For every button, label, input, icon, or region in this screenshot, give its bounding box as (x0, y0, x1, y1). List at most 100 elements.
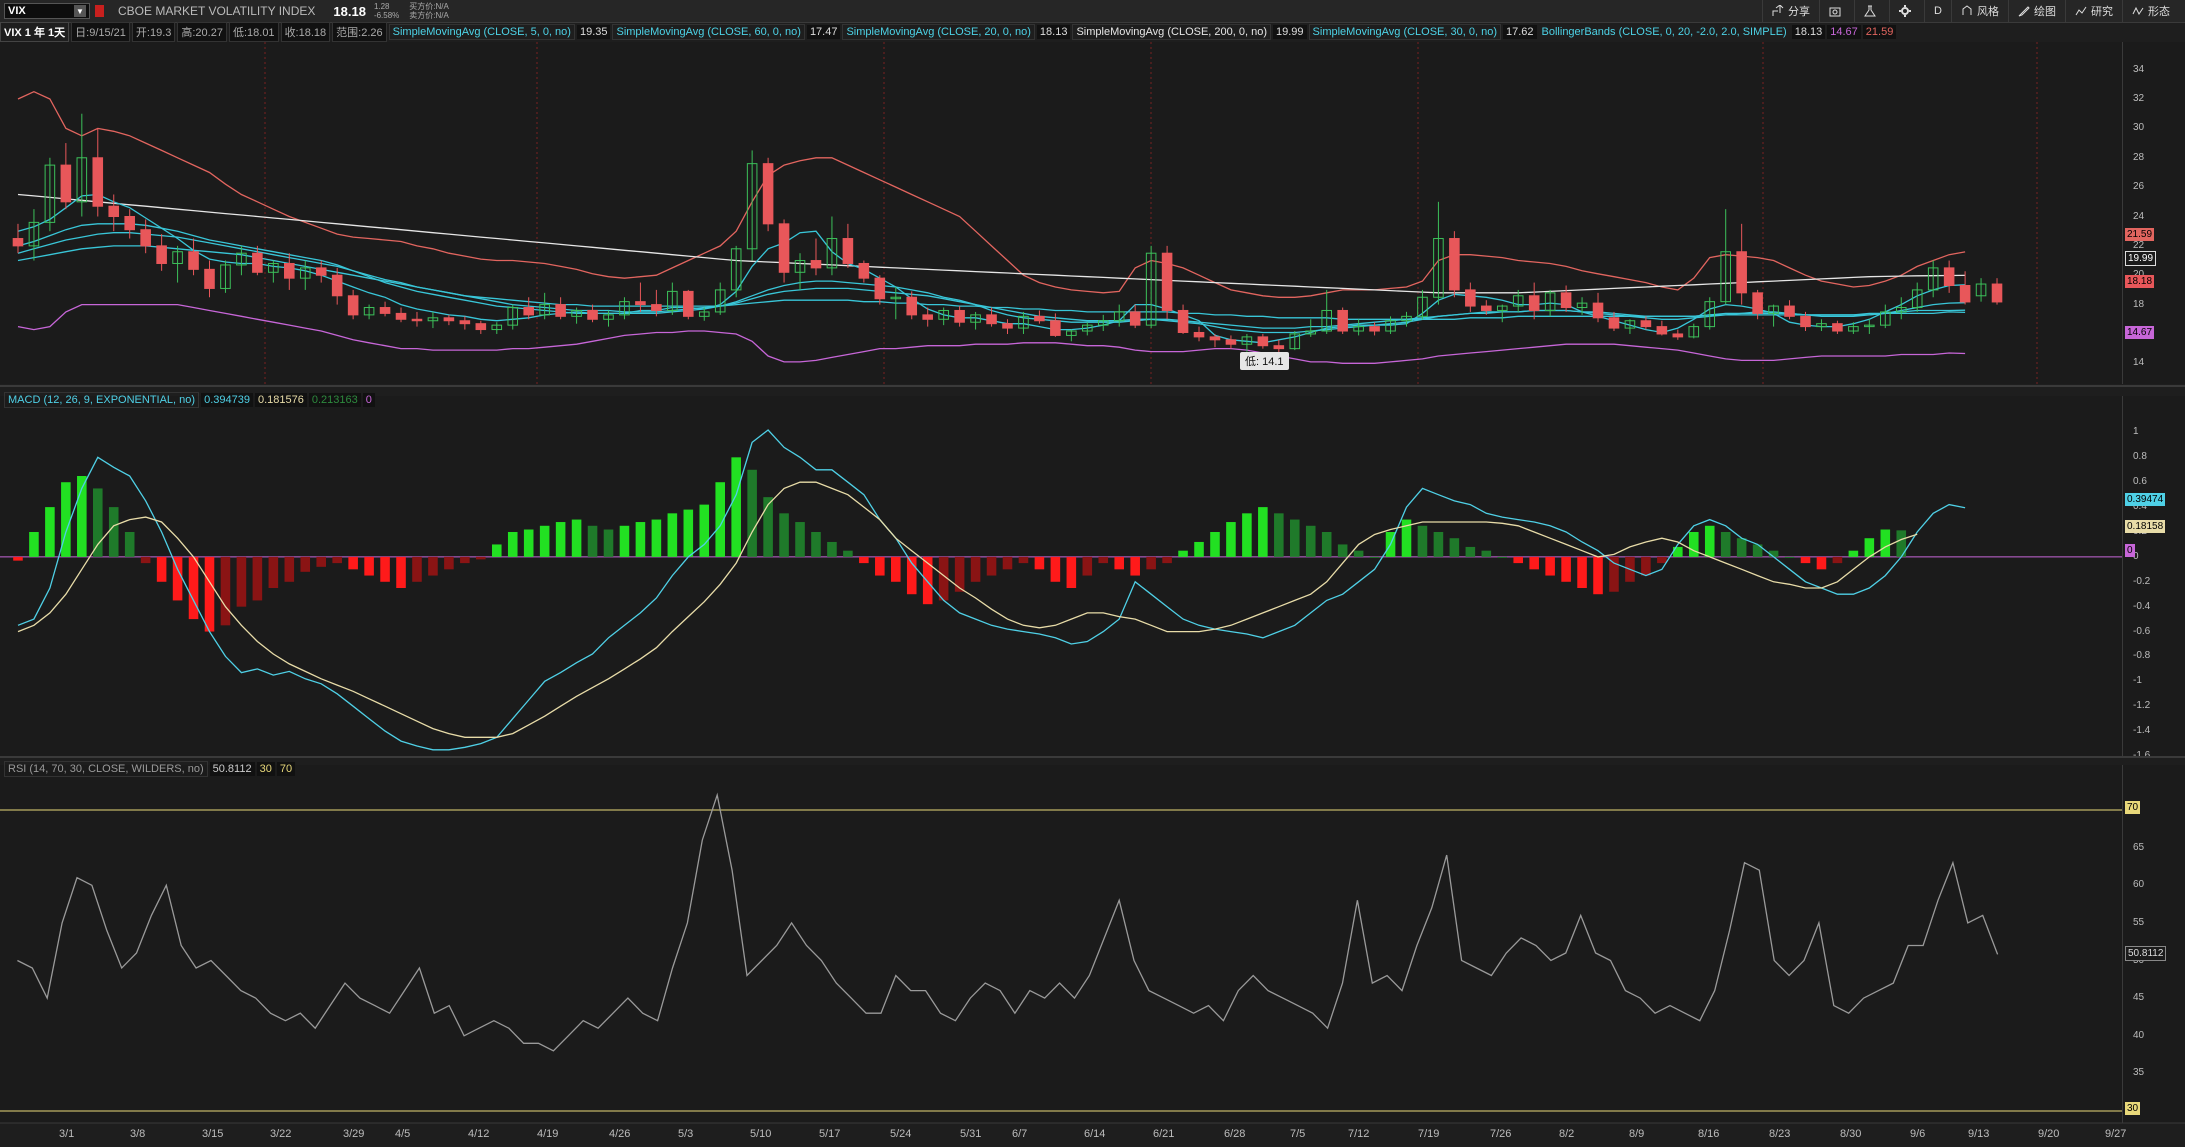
rsi-line (17, 792, 1999, 1052)
candle-body (1050, 320, 1061, 336)
macd-histogram-bar (875, 556, 885, 576)
bollinger-upper-line (17, 90, 1966, 298)
candle-body (347, 295, 359, 316)
macd-avg-tag: 0.18158 (2125, 520, 2166, 533)
macd-histogram-bar (284, 556, 295, 582)
macd-histogram-bar (332, 556, 342, 564)
macd-histogram-bar (1162, 556, 1172, 564)
macd-histogram-bar (635, 522, 646, 557)
date-tick-label: 8/23 (1769, 1128, 1791, 1140)
macd-histogram-bar (220, 556, 231, 626)
macd-histogram-bar (1066, 556, 1077, 588)
macd-histogram-bar (1832, 556, 1843, 564)
macd-histogram-bar (922, 556, 933, 605)
macd-histogram-bar (108, 507, 119, 557)
candle-body (92, 157, 104, 207)
candle-body (459, 320, 471, 325)
candle-body (443, 317, 455, 322)
candle-body (1129, 311, 1141, 326)
candle-body (762, 163, 774, 225)
macd-histogram-bar (1609, 556, 1619, 592)
macd-histogram-bar (444, 556, 454, 570)
candle-body (986, 314, 997, 325)
date-tick-label: 3/1 (59, 1128, 75, 1140)
macd-histogram-bar (827, 541, 837, 557)
macd-histogram-bar (507, 532, 518, 557)
macd-histogram-bar (13, 556, 23, 561)
candle-body (1784, 305, 1795, 317)
rsi-oversold: 30 (256, 762, 275, 776)
candle-body (954, 309, 965, 323)
date-tick-label: 3/22 (270, 1128, 292, 1140)
macd-histogram-bar (29, 532, 39, 557)
date-tick-label: 7/26 (1490, 1128, 1512, 1140)
macd-histogram-bar (1146, 556, 1156, 570)
candle-body (1943, 267, 1955, 287)
date-tick-label: 7/19 (1418, 1128, 1440, 1140)
macd-histogram-bar (348, 556, 358, 570)
candle-body (1991, 283, 2003, 303)
macd-histogram-bar (1353, 550, 1364, 557)
date-tick-label: 3/15 (202, 1128, 224, 1140)
macd-histogram-bar (1561, 556, 1571, 582)
date-tick-label: 9/27 (2105, 1128, 2127, 1140)
macd-histogram-bar (1481, 550, 1492, 557)
date-tick-label: 6/7 (1012, 1128, 1028, 1140)
candle-body (1736, 251, 1747, 294)
date-tick-label: 9/20 (2038, 1128, 2060, 1140)
candle-body (874, 277, 886, 300)
candle-body (1832, 323, 1843, 332)
chart-canvas (0, 42, 2185, 1124)
macd-histogram-bar (747, 469, 757, 557)
macd-histogram-bar (1321, 532, 1332, 557)
candle-body (523, 307, 534, 316)
macd-histogram-bar (555, 522, 566, 557)
candle-body (1161, 252, 1173, 311)
macd-histogram-bar (1704, 525, 1715, 557)
candle-body (555, 304, 566, 317)
candle-body (1273, 345, 1285, 350)
rsi-legend: RSI (14, 70, 30, CLOSE, WILDERS, no) 50.… (4, 761, 297, 777)
macd-histogram-bar (795, 522, 805, 557)
date-tick-label: 4/19 (537, 1128, 559, 1140)
date-tick-label: 3/8 (130, 1128, 146, 1140)
macd-histogram-bar (859, 556, 869, 564)
date-tick-label: 3/29 (343, 1128, 365, 1140)
macd-histogram-bar (1098, 556, 1109, 564)
macd-histogram-bar (1545, 556, 1555, 576)
macd-histogram-bar (1465, 546, 1476, 557)
macd-histogram-bar (300, 556, 311, 572)
macd-histogram-bar (890, 556, 901, 582)
macd-histogram-bar (1593, 556, 1603, 595)
candle-body (1592, 302, 1604, 319)
date-tick-label: 4/12 (468, 1128, 490, 1140)
macd-histogram-bar (268, 556, 279, 588)
candle-body (156, 245, 167, 264)
macd-histogram-bar (986, 556, 997, 576)
macd-histogram-bar (811, 532, 821, 557)
macd-histogram-bar (1784, 556, 1795, 558)
candle-body (204, 268, 215, 289)
candle-body (1369, 326, 1380, 332)
candle-body (12, 238, 24, 247)
date-tick-label: 6/14 (1084, 1128, 1106, 1140)
rsi-label[interactable]: RSI (14, 70, 30, CLOSE, WILDERS, no) (4, 761, 208, 777)
macd-histogram-bar (779, 513, 789, 557)
macd-histogram-bar (619, 525, 630, 557)
rsi-value-tag: 50.8112 (2125, 946, 2167, 961)
candle-body (1528, 295, 1540, 311)
macd-histogram-bar (364, 556, 374, 576)
date-tick-label: 5/24 (890, 1128, 912, 1140)
macd-zero-tag: 0 (2125, 544, 2135, 557)
macd-avg-value: 0.181576 (254, 393, 307, 407)
rsi-os-tag: 30 (2125, 1102, 2141, 1115)
macd-histogram-bar (172, 556, 183, 601)
macd-histogram-bar (1736, 538, 1747, 557)
date-tick-label: 9/6 (1910, 1128, 1926, 1140)
candle-body (60, 164, 72, 203)
macd-label[interactable]: MACD (12, 26, 9, EXPONENTIAL, no) (4, 392, 200, 408)
macd-histogram-bar (970, 556, 981, 582)
macd-histogram-bar (1848, 550, 1859, 557)
last-price-tag: 18.18 (2125, 275, 2155, 288)
candle-body (842, 238, 854, 264)
